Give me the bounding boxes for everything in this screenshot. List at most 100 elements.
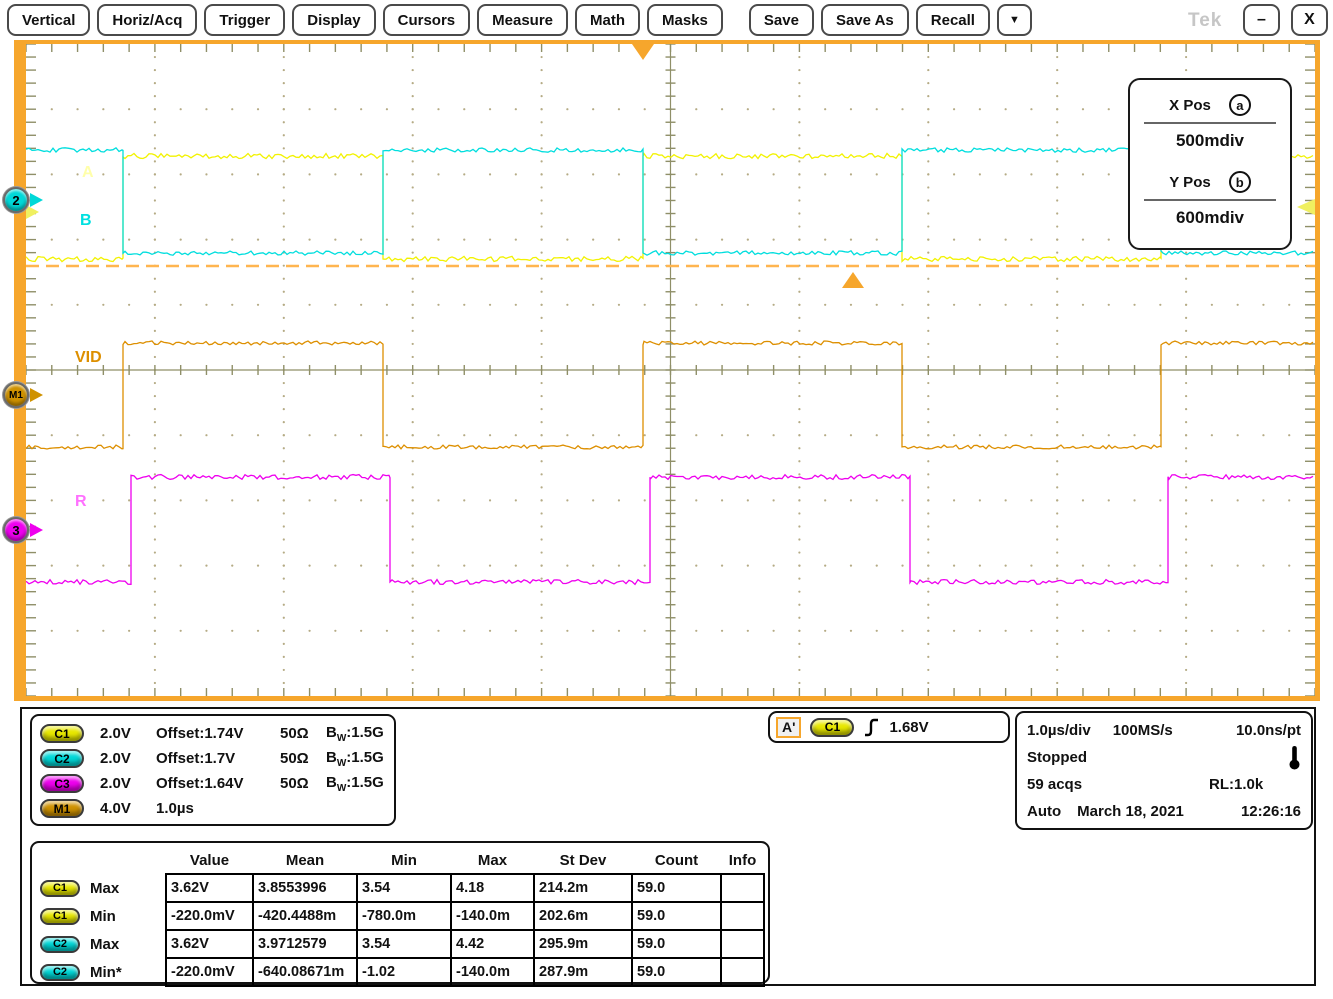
menu-dropdown-button[interactable]: ▼: [997, 4, 1032, 36]
measurement-value: [721, 874, 764, 902]
y-pos-label: Y Pos: [1169, 174, 1210, 191]
measurement-value: 59.0: [632, 958, 721, 986]
timebase-box: 1.0µs/div 100MS/s 10.0ns/pt Stopped 59 a…: [1015, 711, 1313, 830]
thermometer-icon: [1288, 745, 1301, 771]
measurement-value: 295.9m: [534, 930, 632, 958]
trigger-mode: Auto: [1027, 803, 1061, 820]
measurement-header: Mean: [253, 847, 357, 874]
trigger-source-badge[interactable]: A': [776, 717, 801, 738]
minimize-button[interactable]: –: [1243, 4, 1280, 36]
measurement-value: -220.0mV: [166, 902, 253, 930]
measurement-name: Max: [90, 936, 119, 953]
measurement-value: 3.54: [357, 930, 451, 958]
channel-bandwidth: BW:1.5G: [326, 774, 384, 794]
record-length: RL:1.0k: [1209, 776, 1263, 793]
trigger-position-marker: [632, 44, 654, 60]
menu-button-math[interactable]: Math: [575, 4, 640, 36]
x-pos-label: X Pos: [1169, 97, 1211, 114]
channel-row-c3: C3 2.0VOffset:1.64V50ΩBW:1.5G: [40, 771, 386, 796]
channel-scale: 2.0V: [100, 750, 156, 767]
measurement-value: [721, 930, 764, 958]
trigger-level-value: 1.68V: [889, 719, 928, 736]
trace-label-vid: VID: [75, 349, 102, 366]
channel-offset: Offset:1.64V: [156, 775, 280, 792]
menu-button-save-as[interactable]: Save As: [821, 4, 909, 36]
measurement-value: -140.0m: [451, 958, 534, 986]
channel-settings-box: C12.0VOffset:1.74V50ΩBW:1.5GC22.0VOffset…: [30, 714, 396, 826]
date: March 18, 2021: [1077, 803, 1184, 820]
measurement-channel-pill[interactable]: C2: [40, 964, 80, 981]
channel-pill-c2[interactable]: C2: [40, 749, 84, 768]
measurement-value: -1.02: [357, 958, 451, 986]
rising-edge-icon: [863, 718, 880, 737]
measurement-value: 3.8553996: [253, 874, 357, 902]
marker-arrow-icon: [30, 388, 43, 402]
channel-pill-m1[interactable]: M1: [40, 799, 84, 818]
measurement-value: -220.0mV: [166, 958, 253, 986]
oscilloscope-screen: VerticalHoriz/AcqTriggerDisplayCursorsMe…: [0, 0, 1333, 999]
measurement-value: 59.0: [632, 930, 721, 958]
menu-button-horiz-acq[interactable]: Horiz/Acq: [97, 4, 197, 36]
trace-label-a: A: [82, 164, 94, 181]
channel-marker-2[interactable]: 2: [3, 187, 29, 213]
channel-row-c2: C2 2.0VOffset:1.7V50ΩBW:1.5G: [40, 746, 386, 771]
measurement-channel-pill[interactable]: C2: [40, 936, 80, 953]
menu-button-cursors[interactable]: Cursors: [383, 4, 471, 36]
knob-a-badge[interactable]: a: [1229, 94, 1251, 116]
measurement-channel-pill[interactable]: C1: [40, 908, 80, 925]
channel-marker-m1[interactable]: M1: [3, 382, 29, 408]
close-button[interactable]: X: [1291, 4, 1328, 36]
trace-label-b: B: [80, 212, 92, 229]
sample-rate: 100MS/s: [1113, 722, 1173, 739]
menu-button-measure[interactable]: Measure: [477, 4, 568, 36]
measurement-value: 3.54: [357, 874, 451, 902]
channel-scale: 2.0V: [100, 775, 156, 792]
waveform-display: ABVIDR 2M13 X Pos a 500mdiv Y Pos b 600m…: [14, 40, 1320, 701]
trigger-channel-pill[interactable]: C1: [810, 718, 854, 737]
menu-button-masks[interactable]: Masks: [647, 4, 723, 36]
channel-offset: 1.0µs: [156, 800, 280, 817]
measurement-table: ValueMeanMinMaxSt DevCountInfoC1Max3.62V…: [32, 847, 765, 987]
channel-impedance: 50Ω: [280, 775, 326, 792]
measurement-value: -420.4488m: [253, 902, 357, 930]
measurement-value: 3.9712579: [253, 930, 357, 958]
channel-impedance: 50Ω: [280, 750, 326, 767]
channel-bandwidth: BW:1.5G: [326, 749, 384, 769]
measurement-value: 59.0: [632, 902, 721, 930]
measurement-value: 214.2m: [534, 874, 632, 902]
measurement-channel-pill[interactable]: C1: [40, 880, 80, 897]
measurement-header: Info: [721, 847, 764, 874]
measurement-value: [721, 902, 764, 930]
c1-position-arrow-left: [26, 205, 39, 219]
measurement-row: C2Min*-220.0mV-640.08671m-1.02-140.0m287…: [32, 958, 764, 986]
measurement-value: 4.18: [451, 874, 534, 902]
measurement-value: 3.62V: [166, 874, 253, 902]
measurement-row: C1Max3.62V3.85539963.544.18214.2m59.0: [32, 874, 764, 902]
menu-button-display[interactable]: Display: [292, 4, 375, 36]
channel-offset: Offset:1.7V: [156, 750, 280, 767]
measurement-value: 3.62V: [166, 930, 253, 958]
trace-label-r: R: [75, 493, 87, 510]
measurement-header: St Dev: [534, 847, 632, 874]
menu-buttons: VerticalHoriz/AcqTriggerDisplayCursorsMe…: [7, 4, 1032, 36]
channel-pill-c3[interactable]: C3: [40, 774, 84, 793]
channel-bandwidth: BW:1.5G: [326, 724, 384, 744]
measurement-header: Count: [632, 847, 721, 874]
channel-row-c1: C12.0VOffset:1.74V50ΩBW:1.5G: [40, 721, 386, 746]
channel-marker-3[interactable]: 3: [3, 517, 29, 543]
measurement-value: [721, 958, 764, 986]
menu-bar: VerticalHoriz/AcqTriggerDisplayCursorsMe…: [0, 0, 1333, 40]
menu-button-recall[interactable]: Recall: [916, 4, 990, 36]
measurement-header: Max: [451, 847, 534, 874]
menu-button-trigger[interactable]: Trigger: [204, 4, 285, 36]
channel-pill-c1[interactable]: C1: [40, 724, 84, 743]
measurement-header: Min: [357, 847, 451, 874]
menu-button-save[interactable]: Save: [749, 4, 814, 36]
knob-b-badge[interactable]: b: [1229, 171, 1251, 193]
measurement-value: 202.6m: [534, 902, 632, 930]
channel-offset: Offset:1.74V: [156, 725, 280, 742]
measurement-name: Min*: [90, 964, 122, 981]
measurement-value: 4.42: [451, 930, 534, 958]
menu-button-vertical[interactable]: Vertical: [7, 4, 90, 36]
measurement-row: C1Min-220.0mV-420.4488m-780.0m-140.0m202…: [32, 902, 764, 930]
